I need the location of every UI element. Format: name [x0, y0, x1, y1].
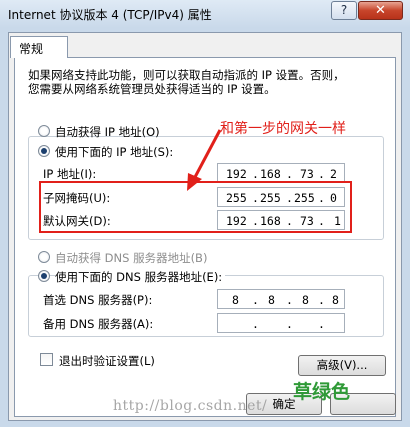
- annotation-arrow-icon: [187, 129, 222, 191]
- octet: 73: [300, 167, 314, 181]
- auto-ip-label[interactable]: 自动获得 IP 地址(O): [55, 124, 160, 140]
- manual-ip-label[interactable]: 使用下面的 IP 地址(S):: [55, 144, 177, 160]
- description-line: 如果网络支持此功能，则可以获取自动指派的 IP 设置。否则，: [28, 68, 345, 82]
- close-button[interactable]: ✕: [358, 1, 403, 20]
- validate-on-exit-checkbox[interactable]: [40, 353, 53, 366]
- advanced-button[interactable]: 高级(V)...: [298, 355, 386, 376]
- octet: 8: [268, 293, 275, 307]
- auto-ip-radio[interactable]: [38, 125, 50, 137]
- preferred-dns-input[interactable]: 8. 8. 8. 8: [217, 289, 345, 309]
- manual-ip-radio[interactable]: [38, 145, 50, 157]
- help-button[interactable]: ?: [331, 1, 357, 20]
- octet: 8: [302, 293, 309, 307]
- window-title: Internet 协议版本 4 (TCP/IPv4) 属性: [8, 8, 212, 22]
- octet: 2: [330, 167, 337, 181]
- auto-dns-label[interactable]: 自动获得 DNS 服务器地址(B): [55, 250, 207, 266]
- watermark: http://blog.csdn.net/: [113, 398, 268, 414]
- alternate-dns-label: 备用 DNS 服务器(A):: [43, 317, 154, 331]
- description-line: 您需要从网络系统管理员处获得适当的 IP 设置。: [28, 82, 276, 96]
- description: 如果网络支持此功能，则可以获取自动指派的 IP 设置。否则， 您需要从网络系统管…: [28, 68, 345, 96]
- auto-dns-radio[interactable]: [38, 251, 50, 263]
- validate-on-exit-label[interactable]: 退出时验证设置(L): [59, 353, 155, 369]
- manual-dns-label[interactable]: 使用下面的 DNS 服务器地址(E):: [55, 269, 226, 285]
- ip-address-label: IP 地址(I):: [43, 167, 97, 181]
- manual-dns-radio[interactable]: [38, 270, 50, 282]
- title-bar: Internet 协议版本 4 (TCP/IPv4) 属性 ? ✕: [0, 0, 410, 28]
- logo: 草绿色: [293, 381, 351, 403]
- octet: 168: [260, 167, 281, 181]
- preferred-dns-label: 首选 DNS 服务器(P):: [43, 293, 153, 307]
- octet: 8: [332, 293, 339, 307]
- alternate-dns-input[interactable]: . . .: [217, 313, 345, 333]
- tab-general[interactable]: 常规: [10, 36, 68, 58]
- octet: 8: [232, 293, 239, 307]
